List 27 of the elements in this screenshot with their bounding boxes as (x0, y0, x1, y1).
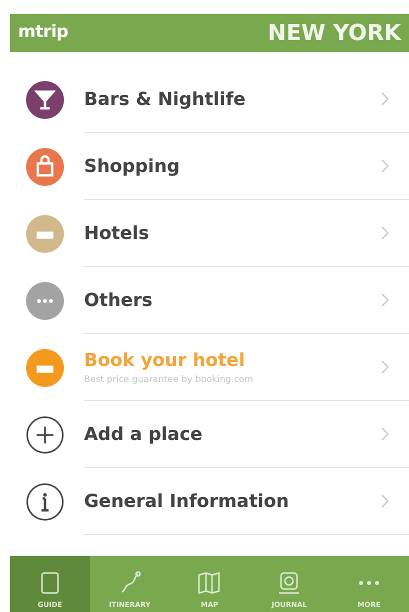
chevron-icon (381, 427, 389, 441)
menu-item[interactable]: Bars & Nightlife (10, 66, 409, 133)
menu-item[interactable]: Shopping (10, 133, 409, 200)
chevron-icon (381, 360, 389, 374)
menu-item[interactable]: Others (10, 267, 409, 334)
item-label: Bars & Nightlife (84, 88, 247, 112)
menu-item[interactable]: Hotels (10, 200, 409, 267)
plus-icon (26, 416, 64, 454)
more-icon (359, 580, 380, 584)
app-logo: mtrip (18, 21, 68, 44)
item-label: Shopping (84, 154, 181, 178)
item-subtitle: Best price guarantee by booking.com (84, 374, 254, 387)
item-label: General Information (84, 490, 290, 514)
menu-item[interactable]: General Information (10, 468, 409, 535)
chevron-icon (381, 92, 389, 106)
menu-item[interactable]: Add a place (10, 401, 409, 468)
chevron-icon (381, 494, 389, 508)
item-label: Hotels (84, 222, 150, 246)
city-title: NEW YORK (268, 20, 401, 48)
chevron-icon (381, 293, 389, 307)
item-label: Others (84, 288, 154, 312)
item-label: Add a place (84, 422, 204, 446)
map-icon (196, 570, 222, 596)
info-icon (26, 482, 64, 520)
item-label: Book your hotel (84, 348, 246, 373)
chevron-icon (381, 226, 389, 240)
chevron-icon (381, 159, 389, 173)
